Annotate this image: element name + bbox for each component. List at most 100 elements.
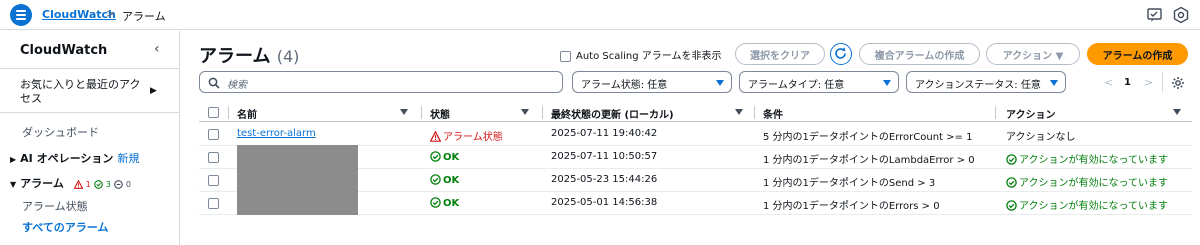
check-circle-icon [1006,200,1017,211]
next-page-button[interactable]: > [1144,76,1153,89]
refresh-icon [835,47,846,59]
action-status-text: アクションが有効になっています [1019,178,1168,189]
refresh-button[interactable] [830,43,852,65]
divider [1162,72,1163,92]
create-alarm-button[interactable]: アラームの作成 [1087,43,1188,65]
alarm-state-cell: アラーム状態 [430,128,503,143]
search-placeholder: 検索 [227,80,247,91]
sidebar-item-label: アラーム [20,177,64,190]
alarm-state-text: OK [443,198,460,209]
actions-dropdown-button[interactable]: アクション ▼ [986,43,1080,65]
check-circle-icon [1006,177,1017,188]
sidebar-item-alarm-state[interactable]: アラーム状態 [22,198,88,214]
hide-autoscaling-label: Auto Scaling アラームを非表示 [576,51,722,62]
alarm-state-cell: OK [430,151,459,163]
table-row[interactable]: OK 2025-05-23 15:44:26 1 分内の1データポイントのSen… [199,168,1192,192]
page-title-text: アラーム [199,46,271,67]
redacted-name [237,168,358,192]
redacted-name [237,191,358,215]
search-input[interactable]: 検索 [199,71,563,93]
caret-right-icon: ▶ [10,155,17,164]
caret-down-icon [716,80,724,86]
condition-cell: 1 分内の1データポイントのLambdaError > 0 [763,155,975,166]
condition-cell: 1 分内の1データポイントのSend > 3 [763,178,936,189]
check-circle-icon [430,151,441,162]
alarm-name-link[interactable]: test-error-alarm [237,128,316,139]
insufficient-count: 0 [125,179,131,189]
caret-right-icon[interactable]: ▶ [150,86,157,96]
check-circle-icon [1006,154,1017,165]
last-updated-cell: 2025-05-23 15:44:26 [551,174,658,185]
column-divider [228,106,229,119]
column-divider [421,106,422,119]
column-header-actions[interactable]: アクション [1006,106,1056,121]
action-cell: アクションが有効になっています [1006,174,1168,189]
table-preferences-icon[interactable] [1171,76,1185,90]
row-checkbox[interactable] [208,198,219,209]
sidebar-item-ai-ops[interactable]: ▶ AI オペレーション 新規 [10,150,139,166]
sidebar-item-favorites[interactable]: お気に入りと最近のアクセス [20,78,150,106]
row-checkbox[interactable] [208,129,219,140]
alarm-state-filter[interactable]: アラーム状態: 任意 [572,71,732,93]
menu-icon[interactable] [10,4,32,26]
caret-down-icon [1050,80,1058,86]
clear-selection-button[interactable]: 選択をクリア [735,43,825,65]
sort-icon[interactable] [521,109,529,115]
condition-cell: 5 分内の1データポイントのErrorCount >= 1 [763,132,973,143]
breadcrumb-cloudwatch[interactable]: CloudWatch [42,8,116,21]
last-updated-cell: 2025-07-11 10:50:57 [551,151,658,162]
column-divider [754,106,755,119]
hide-autoscaling-toggle[interactable]: Auto Scaling アラームを非表示 [560,47,722,62]
sort-icon[interactable] [400,109,408,115]
action-status-filter[interactable]: アクションステータス: 任意 [906,71,1066,93]
sidebar-item-dashboard[interactable]: ダッシュボード [22,124,99,140]
previous-page-button[interactable]: < [1104,76,1113,89]
redacted-name [237,145,358,169]
settings-icon[interactable] [1172,6,1190,24]
action-status-text: アクションが有効になっています [1019,155,1168,166]
table-row[interactable]: test-error-alarm アラーム状態 2025-07-11 19:40… [199,123,1192,146]
table-row[interactable]: OK 2025-07-11 10:50:57 1 分内の1データポイントのLam… [199,145,1192,169]
warning-icon [73,179,83,189]
column-header-name[interactable]: 名前 [237,106,257,121]
divider [0,68,179,69]
search-icon [208,77,220,89]
column-header-updated[interactable]: 最終状態の更新 (ローカル) [551,106,674,121]
sidebar-item-alarms[interactable]: ▼ アラーム 1 3 0 [10,175,131,191]
alarm-state-text: OK [443,175,460,186]
sidebar-item-all-alarms[interactable]: すべてのアラーム [22,219,108,235]
action-status-filter-value: アクションステータス: 任意 [915,80,1041,91]
action-cell: アクションが有効になっています [1006,197,1168,212]
column-header-state[interactable]: 状態 [430,106,450,121]
action-cell: アクションなし [1006,132,1076,143]
new-badge: 新規 [117,152,140,165]
page-title: アラーム (4) [199,42,299,68]
last-updated-cell: 2025-05-01 14:56:38 [551,197,658,208]
alarm-type-filter[interactable]: アラームタイプ: 任意 [739,71,899,93]
table-row[interactable]: OK 2025-05-01 14:56:38 1 分内の1データポイントのErr… [199,191,1192,215]
sort-icon[interactable] [735,109,743,115]
table-header: 名前 状態 最終状態の更新 (ローカル) 条件 アクション [199,104,1192,122]
caret-down-icon: ▼ [10,180,17,189]
action-cell: アクションが有効になっています [1006,151,1168,166]
hide-autoscaling-checkbox[interactable] [560,50,571,62]
current-page-number[interactable]: 1 [1124,77,1131,88]
alarm-type-filter-value: アラームタイプ: 任意 [748,80,845,91]
breadcrumb-separator: > [106,7,116,20]
row-checkbox[interactable] [208,175,219,186]
top-bar: CloudWatch > アラーム [0,0,1200,30]
sort-icon[interactable] [1173,109,1181,115]
caret-down-icon [883,80,891,86]
feedback-icon[interactable] [1146,6,1164,24]
row-checkbox[interactable] [208,152,219,163]
warning-icon [430,131,441,142]
alarm-state-cell: OK [430,197,459,209]
ok-count: 3 [105,179,111,189]
alarm-count: 1 [85,179,91,189]
create-composite-alarm-button[interactable]: 複合アラームの作成 [859,43,980,65]
select-all-checkbox[interactable] [208,107,219,118]
sidebar-close-icon[interactable]: ‹ [154,41,160,57]
last-updated-cell: 2025-07-11 19:40:42 [551,128,658,139]
sidebar-title: CloudWatch [20,43,108,58]
alarm-state-filter-value: アラーム状態: 任意 [581,80,668,91]
